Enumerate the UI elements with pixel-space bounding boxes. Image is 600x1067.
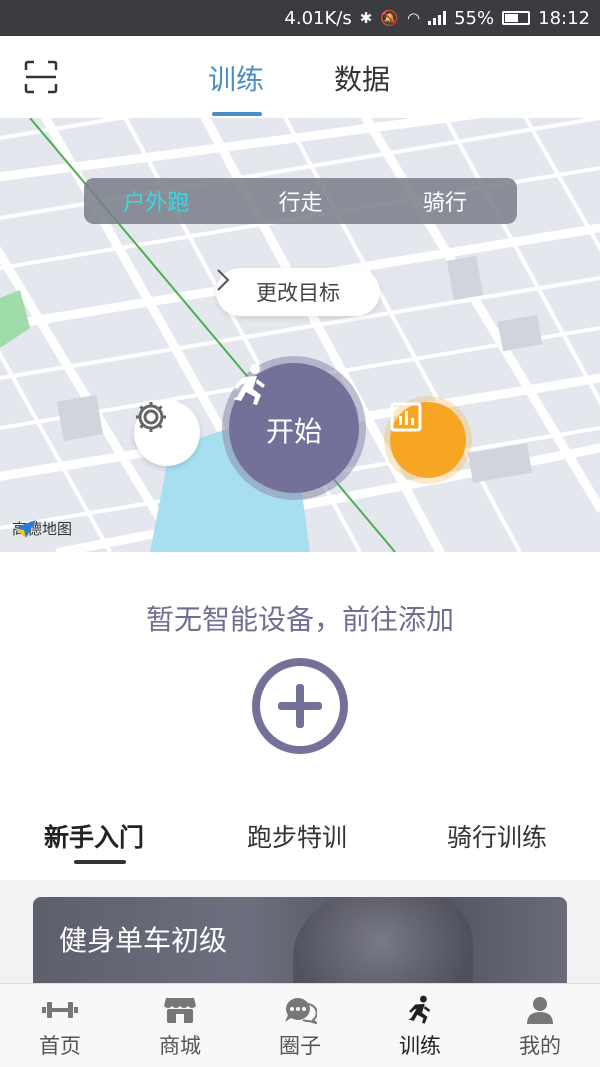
nav-shop-label: 商城 [159, 1034, 201, 1058]
mode-cycling[interactable]: 骑行 [373, 185, 517, 217]
tab-running-training[interactable]: 跑步特训 [247, 818, 347, 854]
athlete-photo [293, 897, 473, 997]
nav-shop[interactable]: 商城 [120, 984, 240, 1067]
sport-mode-selector: 户外跑 行走 骑行 [84, 178, 517, 224]
nav-community-label: 圈子 [279, 1034, 321, 1058]
shop-icon [160, 994, 200, 1026]
course-tab-indicator [74, 860, 126, 864]
bottom-navigation: 首页 商城 圈子 训练 我的 [0, 983, 600, 1067]
tab-cycling-training[interactable]: 骑行训练 [447, 818, 547, 854]
tab-training[interactable]: 训练 [208, 58, 264, 98]
nav-training[interactable]: 训练 [360, 984, 480, 1067]
top-header: 训练 数据 [0, 36, 600, 118]
bar-chart-icon [390, 402, 422, 432]
nav-training-label: 训练 [399, 1034, 441, 1058]
dumbbell-icon [40, 994, 80, 1026]
clock: 18:12 [538, 7, 590, 29]
nav-home-label: 首页 [39, 1034, 81, 1058]
person-icon [520, 994, 560, 1026]
status-bar: 4.01K/s ✱ 🔕 ◠ 55% 18:12 [0, 0, 600, 36]
map-provider-logo: 高德地图 [12, 518, 72, 539]
chat-icon [280, 994, 320, 1026]
scan-icon[interactable] [24, 60, 58, 94]
mode-walk[interactable]: 行走 [228, 185, 372, 217]
network-speed: 4.01K/s [284, 7, 352, 29]
stats-button[interactable] [390, 402, 466, 478]
signal-icon [428, 11, 447, 25]
no-device-message[interactable]: 暂无智能设备，前往添加 [0, 598, 600, 638]
mode-outdoor-run[interactable]: 户外跑 [84, 185, 228, 217]
nav-profile-label: 我的 [519, 1034, 561, 1058]
nav-community[interactable]: 圈子 [240, 984, 360, 1067]
bluetooth-icon: ✱ [359, 9, 373, 27]
nav-home[interactable]: 首页 [0, 984, 120, 1067]
battery-percent: 55% [454, 7, 495, 29]
chevron-right-icon [217, 269, 230, 291]
tab-data[interactable]: 数据 [334, 58, 390, 98]
tab-indicator [212, 112, 262, 116]
gear-icon [136, 402, 166, 432]
map-view[interactable]: 户外跑 行走 骑行 更改目标 开始 高德地图 [0, 118, 600, 552]
course-card-title: 健身单车初级 [59, 924, 228, 957]
runner-icon [233, 364, 265, 405]
start-label: 开始 [265, 415, 322, 448]
course-card[interactable]: 健身单车初级 [33, 897, 567, 997]
change-goal-label: 更改目标 [256, 281, 340, 305]
add-device-button[interactable] [252, 658, 348, 754]
change-goal-button[interactable]: 更改目标 [216, 268, 380, 316]
nav-profile[interactable]: 我的 [480, 984, 600, 1067]
mute-icon: 🔕 [380, 9, 400, 27]
runner-icon [400, 994, 440, 1026]
start-button[interactable]: 开始 [229, 363, 359, 493]
settings-button[interactable] [134, 400, 200, 466]
wifi-icon: ◠ [407, 9, 421, 27]
amap-logo-icon [14, 520, 36, 538]
tab-beginner[interactable]: 新手入门 [44, 818, 144, 854]
battery-icon [502, 11, 531, 25]
